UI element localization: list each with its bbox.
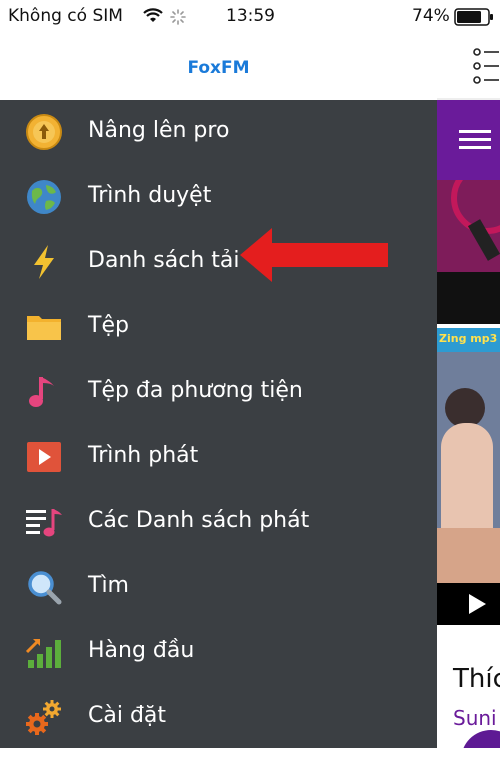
upgrade-pro-icon xyxy=(26,114,62,150)
status-bar: Không có SIM 13:59 74% xyxy=(0,0,500,34)
video-subtitle: Suni xyxy=(453,706,497,730)
clock: 13:59 xyxy=(226,6,275,26)
playlist-icon xyxy=(26,509,62,537)
menu-label: Danh sách tải xyxy=(88,248,240,273)
menu-item-media-files[interactable]: Tệp đa phương tiện xyxy=(0,360,437,424)
menu-label: Trình duyệt xyxy=(88,183,212,208)
bottom-strip xyxy=(0,748,500,762)
menu-label: Trình phát xyxy=(88,443,199,468)
top-chart-icon xyxy=(25,639,61,668)
play-icon[interactable] xyxy=(467,593,487,615)
menu-label: Hàng đầu xyxy=(88,638,195,663)
folder-icon xyxy=(27,316,61,340)
avatar xyxy=(461,730,500,748)
menu-item-browser[interactable]: Trình duyệt xyxy=(0,165,437,229)
carrier-label: Không có SIM xyxy=(8,6,123,26)
menu-item-top[interactable]: Hàng đầu xyxy=(0,620,437,684)
menu-item-upgrade-pro[interactable]: Nâng lên pro xyxy=(0,100,437,164)
menu-item-player[interactable]: Trình phát xyxy=(0,425,437,489)
video-title: Thíc xyxy=(453,664,500,694)
menu-label: Các Danh sách phát xyxy=(88,508,310,533)
more-options-icon[interactable] xyxy=(469,44,499,88)
video-thumbnail[interactable]: Zing mp3 xyxy=(437,328,500,583)
banner-thumbnail xyxy=(437,180,500,272)
black-band xyxy=(437,272,500,324)
settings-gears-icon xyxy=(26,700,61,735)
battery-percent: 74% xyxy=(412,6,450,26)
music-note-icon xyxy=(29,377,54,407)
activity-spinner-icon xyxy=(170,9,186,25)
hamburger-menu-icon[interactable] xyxy=(459,130,491,150)
menu-label: Cài đặt xyxy=(88,703,167,728)
play-icon xyxy=(27,442,61,472)
menu-label: Tệp đa phương tiện xyxy=(88,378,303,403)
lightning-icon xyxy=(34,245,54,279)
menu-label: Tệp xyxy=(88,313,129,338)
drawer-header: FoxFM xyxy=(0,34,438,100)
battery-icon xyxy=(454,8,493,26)
search-icon xyxy=(28,571,62,605)
wifi-icon xyxy=(143,8,163,22)
annotation-arrow-icon xyxy=(240,228,388,282)
menu-item-settings[interactable]: Cài đặt xyxy=(0,685,437,749)
video-controls xyxy=(437,583,500,625)
thumb-logo-text: Zing mp3 xyxy=(439,332,498,345)
menu-item-playlists[interactable]: Các Danh sách phát xyxy=(0,490,437,554)
menu-item-search[interactable]: Tìm xyxy=(0,555,437,619)
menu-item-files[interactable]: Tệp xyxy=(0,295,437,359)
navigation-drawer: Nâng lên pro Trình duyệt Danh sách tải T… xyxy=(0,100,437,748)
app-title: FoxFM xyxy=(187,58,250,78)
menu-label: Tìm xyxy=(88,573,129,598)
menu-label: Nâng lên pro xyxy=(88,118,230,143)
globe-icon xyxy=(27,180,61,214)
background-content-panel: Zing mp3 Thíc Suni xyxy=(437,34,500,748)
